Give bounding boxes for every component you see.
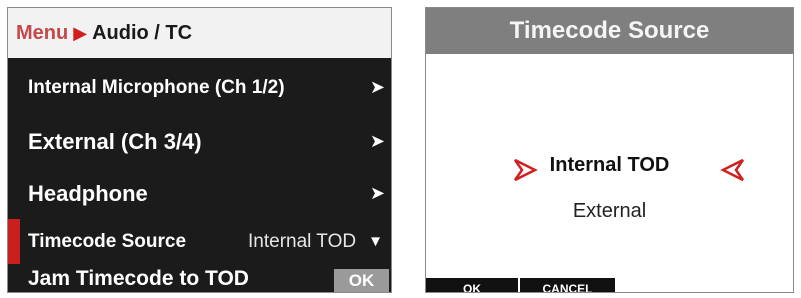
timecode-source-value: Internal TOD	[248, 230, 357, 252]
breadcrumb-current: Audio / TC	[92, 21, 193, 44]
chevron-right-icon: ➤	[369, 77, 385, 97]
menu-item-label: Jam Timecode to TOD	[28, 267, 249, 290]
menu-item-headphone[interactable]: Headphone ➤	[8, 168, 391, 219]
menu-item-external[interactable]: External (Ch 3/4) ➤	[8, 115, 391, 168]
chevron-right-icon: ➤	[369, 131, 385, 151]
option-external[interactable]: External	[426, 200, 793, 223]
audio-tc-menu: Menu ▶ Audio / TC Internal Microphone (C…	[7, 7, 392, 293]
arrow-left-icon[interactable]	[719, 156, 747, 184]
menu-item-label: Timecode Source	[28, 230, 187, 252]
menu-item-label: Headphone	[28, 180, 148, 206]
menu-item-timecode-source[interactable]: Timecode Source Internal TOD ▼	[8, 219, 391, 264]
chevron-right-icon: ➤	[369, 183, 385, 203]
breadcrumb-root[interactable]: Menu	[16, 22, 68, 45]
timecode-source-dialog: Timecode Source Internal TOD External OK…	[425, 7, 794, 293]
selection-marker	[8, 219, 20, 264]
dialog-title: Timecode Source	[426, 8, 793, 54]
menu-item-label: External (Ch 3/4)	[28, 128, 202, 154]
chevron-down-icon: ▼	[368, 233, 383, 250]
menu-item-label: Internal Microphone (Ch 1/2)	[28, 76, 285, 98]
ok-button[interactable]: OK	[426, 278, 518, 292]
menu-item-internal-microphone[interactable]: Internal Microphone (Ch 1/2) ➤	[8, 60, 391, 115]
breadcrumb-separator-icon: ▶	[73, 22, 88, 43]
breadcrumb: Menu ▶ Audio / TC	[8, 8, 391, 58]
cancel-button[interactable]: CANCEL	[520, 278, 615, 292]
jam-timecode-ok-button[interactable]: OK	[334, 269, 389, 292]
